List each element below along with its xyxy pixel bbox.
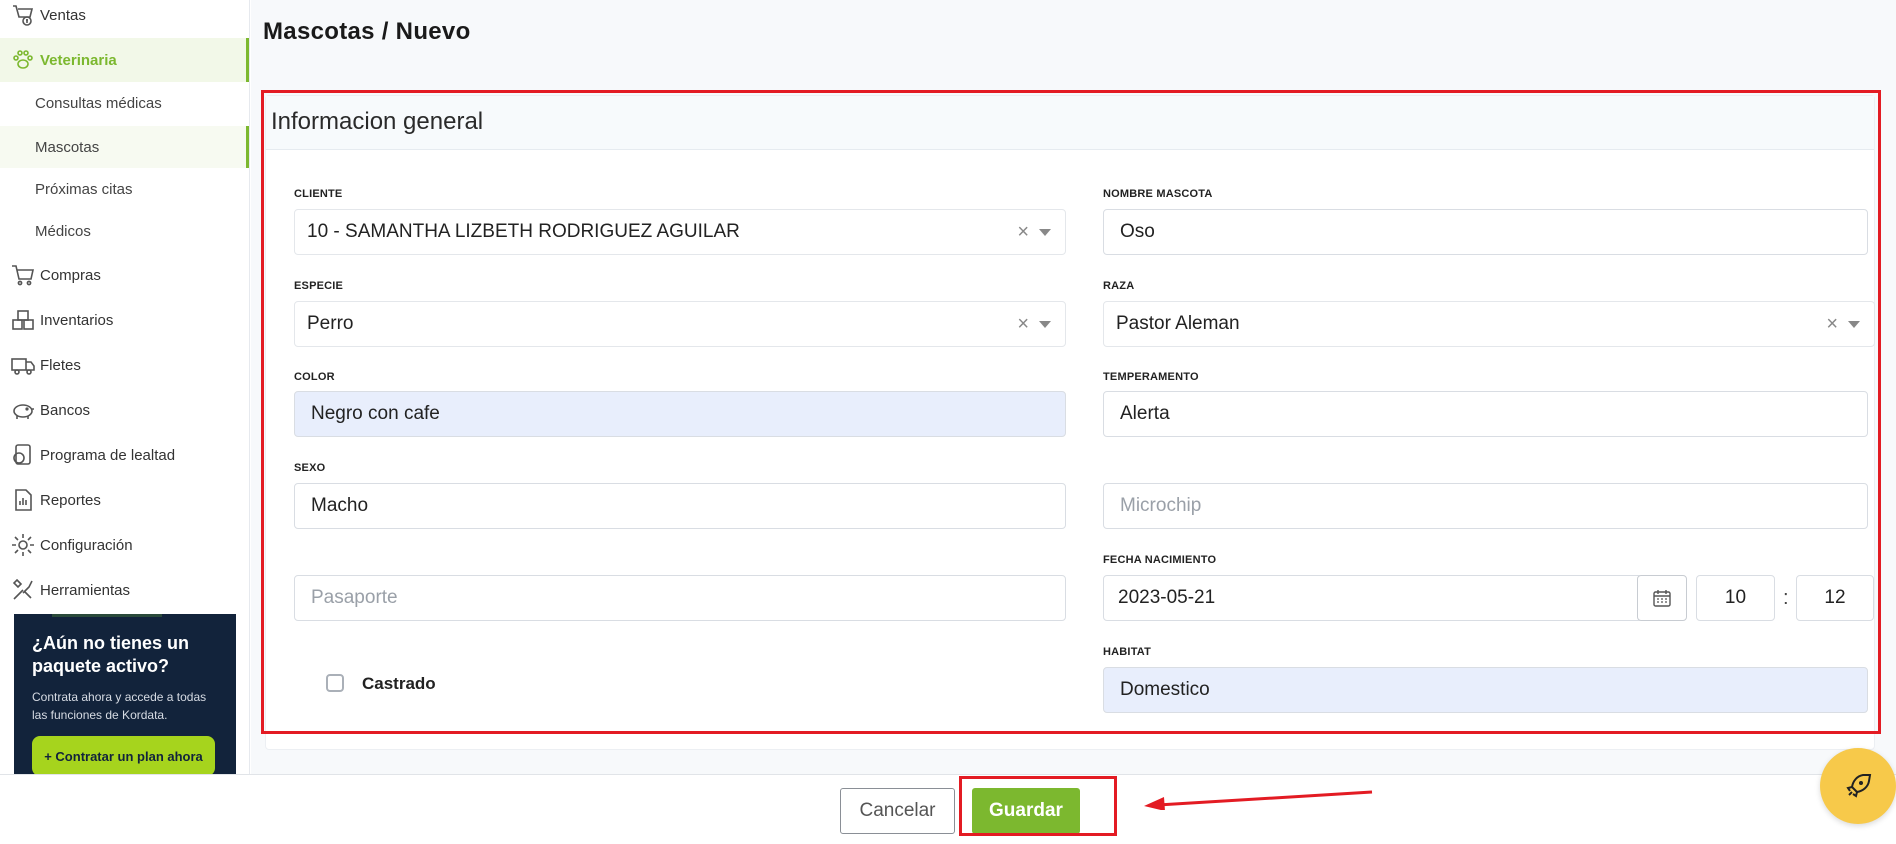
promo-divider	[52, 614, 162, 617]
pasaporte-input[interactable]: Pasaporte	[294, 575, 1066, 621]
castrado-label: Castrado	[362, 674, 436, 693]
sidebar-subitem-medicos[interactable]: Médicos	[0, 210, 249, 252]
loyalty-icon	[8, 440, 38, 470]
promo-text: Contrata ahora y accede a todas las func…	[32, 690, 207, 722]
report-icon	[8, 485, 38, 515]
boxes-icon	[8, 305, 38, 335]
chevron-down-icon[interactable]	[1848, 320, 1860, 328]
promo-card: ¿Aún no tienes un paquete activo? Contra…	[14, 614, 236, 776]
microchip-input[interactable]: Microchip	[1103, 483, 1868, 529]
paw-icon	[8, 45, 38, 75]
habitat-value: Domestico	[1120, 679, 1210, 700]
sidebar-item-label: Programa de lealtad	[40, 446, 176, 464]
breadcrumb: Mascotas / Nuevo	[263, 18, 471, 45]
sidebar-subitem-label: Médicos	[35, 222, 91, 240]
sidebar-item-veterinaria[interactable]: Veterinaria	[0, 38, 249, 82]
castrado-checkbox[interactable]	[326, 674, 344, 692]
cliente-select[interactable]: 10 - SAMANTHA LIZBETH RODRIGUEZ AGUILAR …	[294, 209, 1066, 255]
especie-label: ESPECIE	[294, 280, 344, 292]
sidebar-item-label: Inventarios	[40, 311, 114, 329]
habitat-label: HABITAT	[1103, 646, 1152, 658]
general-info-card: Informacion general CLIENTE 10 - SAMANTH…	[265, 95, 1875, 750]
rocket-fab[interactable]	[1820, 748, 1896, 824]
cancel-button[interactable]: Cancelar	[840, 788, 955, 834]
sidebar-subitem-label: Mascotas	[35, 138, 100, 156]
app-window: Ventas Veterinaria Consultas médicas Mas…	[0, 0, 1896, 844]
sidebar-subitem-label: Próximas citas	[35, 180, 133, 198]
sidebar-item-herramientas[interactable]: Herramientas	[0, 568, 249, 612]
habitat-input[interactable]: Domestico	[1103, 667, 1868, 713]
pasaporte-placeholder: Pasaporte	[311, 587, 398, 608]
time-separator: :	[1783, 587, 1789, 609]
card-title: Informacion general	[271, 108, 484, 135]
color-input[interactable]: Negro con cafe	[294, 391, 1066, 437]
sidebar-item-label: Fletes	[40, 356, 81, 374]
sexo-label: SEXO	[294, 462, 326, 474]
fecha-nacimiento-label: FECHA NACIMIENTO	[1103, 554, 1217, 566]
sexo-value: Macho	[311, 495, 369, 516]
raza-label: RAZA	[1103, 280, 1135, 292]
fecha-nacimiento-value: 2023-05-21	[1118, 587, 1216, 608]
sidebar-item-inventarios[interactable]: Inventarios	[0, 298, 249, 342]
raza-value: Pastor Aleman	[1116, 313, 1240, 334]
chevron-down-icon[interactable]	[1039, 228, 1051, 236]
sidebar-item-compras[interactable]: Compras	[0, 253, 249, 297]
sidebar-item-label: Herramientas	[40, 581, 131, 599]
promo-title: ¿Aún no tienes un paquete activo?	[32, 633, 189, 676]
cliente-label: CLIENTE	[294, 188, 343, 200]
sexo-input[interactable]: Macho	[294, 483, 1066, 529]
save-button[interactable]: Guardar	[972, 788, 1080, 834]
hour-input[interactable]: 10	[1696, 575, 1775, 621]
especie-value: Perro	[307, 313, 354, 334]
rocket-icon	[1846, 774, 1872, 798]
sidebar: Ventas Veterinaria Consultas médicas Mas…	[0, 0, 250, 844]
clear-icon[interactable]: ×	[1826, 313, 1838, 336]
cliente-value: 10 - SAMANTHA LIZBETH RODRIGUEZ AGUILAR	[307, 221, 740, 242]
temperamento-label: TEMPERAMENTO	[1103, 371, 1199, 383]
footer-bar: Cancelar Guardar	[0, 774, 1896, 844]
sidebar-subitem-consultas[interactable]: Consultas médicas	[0, 82, 249, 124]
clear-icon[interactable]: ×	[1017, 221, 1029, 244]
raza-select[interactable]: Pastor Aleman ×	[1103, 301, 1875, 347]
minute-input[interactable]: 12	[1796, 575, 1874, 621]
sidebar-item-label: Reportes	[40, 491, 101, 509]
especie-select[interactable]: Perro ×	[294, 301, 1066, 347]
fecha-nacimiento-input[interactable]: 2023-05-21	[1103, 575, 1642, 621]
cart-icon	[8, 260, 38, 290]
sidebar-item-label: Bancos	[40, 401, 91, 419]
clear-icon[interactable]: ×	[1017, 313, 1029, 336]
tools-icon	[8, 575, 38, 605]
sidebar-item-label: Configuración	[40, 536, 133, 554]
sidebar-item-fletes[interactable]: Fletes	[0, 343, 249, 387]
card-header: Informacion general	[266, 96, 1874, 150]
calendar-icon	[1653, 590, 1671, 607]
contract-plan-button[interactable]: + Contratar un plan ahora	[32, 736, 215, 776]
truck-icon	[8, 350, 38, 380]
sidebar-item-label: Veterinaria	[40, 51, 117, 69]
gear-icon	[8, 530, 38, 560]
main-content: Mascotas / Nuevo Informacion general CLI…	[251, 0, 1896, 774]
sidebar-item-ventas[interactable]: Ventas	[0, 0, 249, 37]
sidebar-subitem-label: Consultas médicas	[35, 94, 162, 112]
nombre-mascota-value: Oso	[1120, 221, 1155, 242]
nombre-mascota-input[interactable]: Oso	[1103, 209, 1868, 255]
piggy-bank-icon	[8, 395, 38, 425]
nombre-mascota-label: NOMBRE MASCOTA	[1103, 188, 1213, 200]
sidebar-item-reportes[interactable]: Reportes	[0, 478, 249, 522]
temperamento-input[interactable]: Alerta	[1103, 391, 1868, 437]
sidebar-item-configuracion[interactable]: Configuración	[0, 523, 249, 567]
sidebar-subitem-citas[interactable]: Próximas citas	[0, 168, 249, 210]
microchip-placeholder: Microchip	[1120, 495, 1202, 516]
calendar-button[interactable]	[1637, 575, 1687, 621]
chevron-down-icon[interactable]	[1039, 320, 1051, 328]
sales-icon	[8, 0, 38, 30]
sidebar-item-label: Compras	[40, 266, 101, 284]
sidebar-item-lealtad[interactable]: Programa de lealtad	[0, 433, 249, 477]
sidebar-subitem-mascotas[interactable]: Mascotas	[0, 126, 249, 168]
color-label: COLOR	[294, 371, 335, 383]
temperamento-value: Alerta	[1120, 403, 1170, 424]
color-value: Negro con cafe	[311, 403, 440, 424]
sidebar-item-bancos[interactable]: Bancos	[0, 388, 249, 432]
sidebar-item-label: Ventas	[40, 6, 86, 24]
